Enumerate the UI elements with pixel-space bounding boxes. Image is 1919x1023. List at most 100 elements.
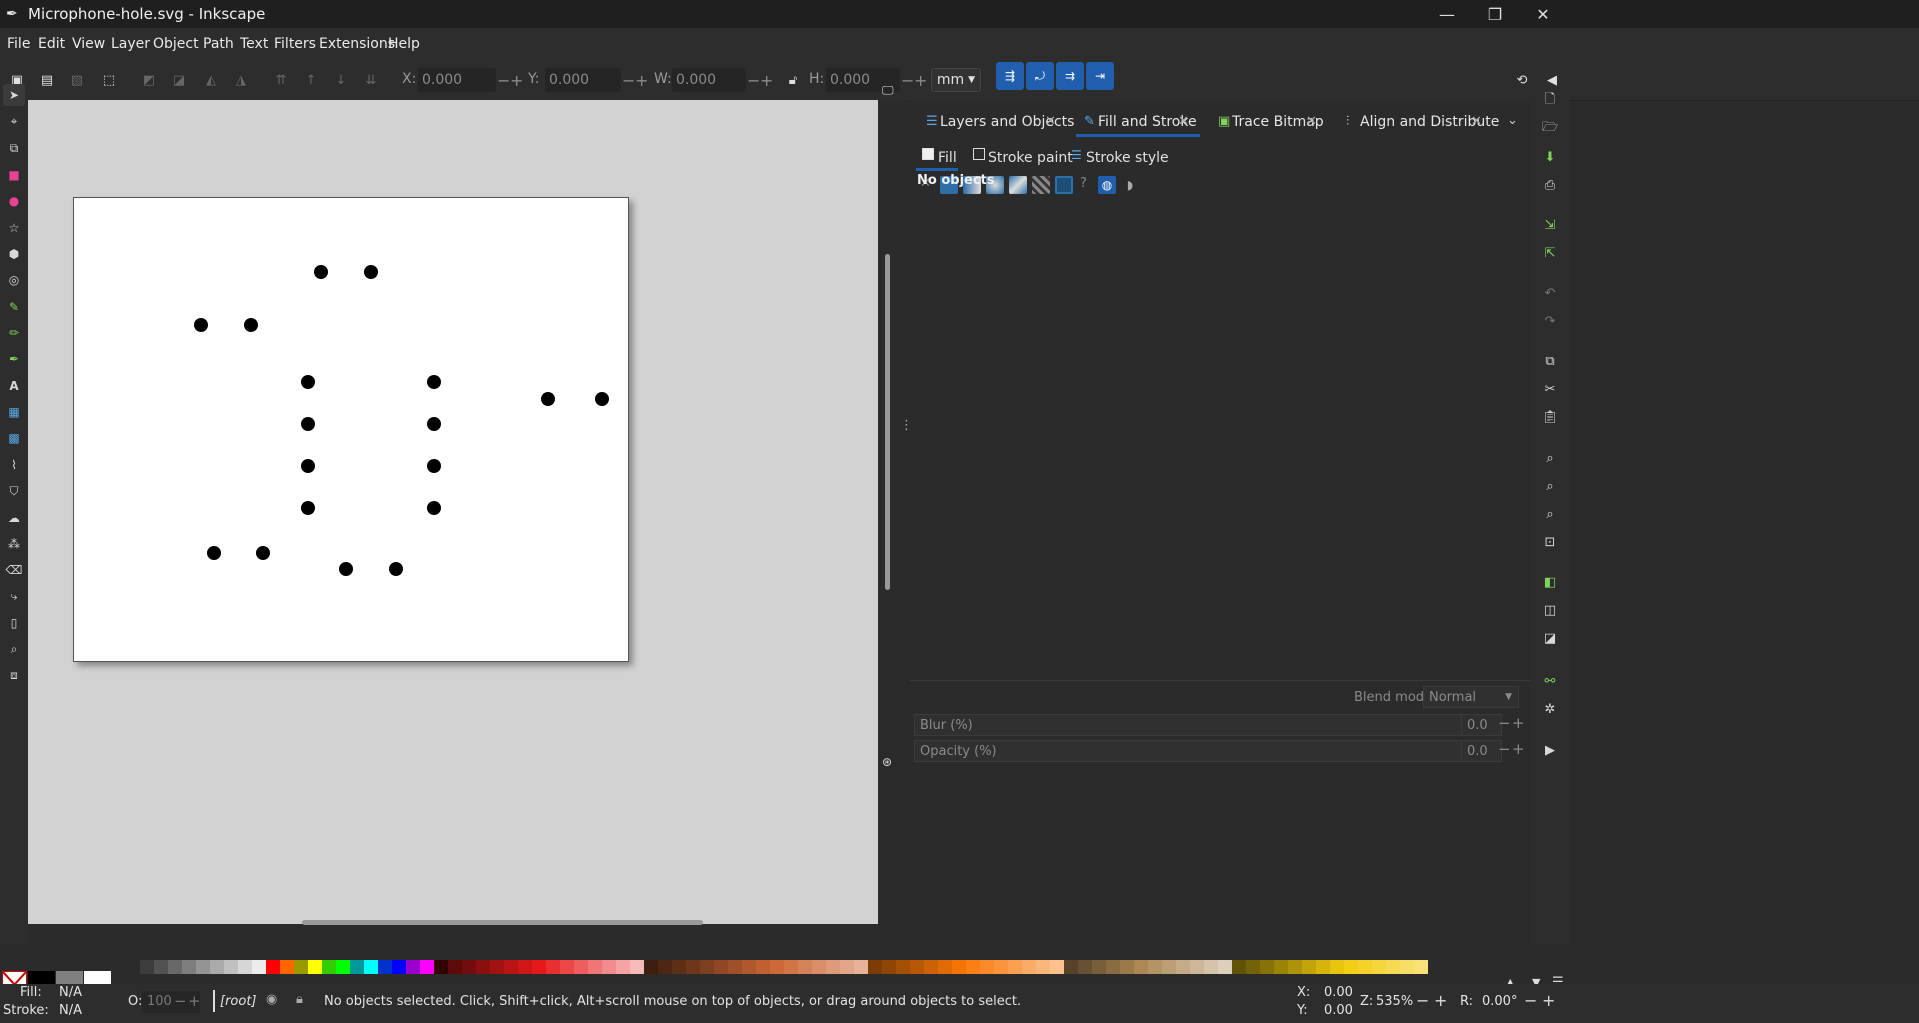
- scale-corners-button[interactable]: ⤾: [1026, 62, 1054, 90]
- box3d-tool-icon[interactable]: ⬢: [3, 243, 25, 265]
- hole-dot[interactable]: [207, 546, 221, 560]
- palette-swatch[interactable]: [518, 960, 532, 974]
- palette-swatch[interactable]: [994, 960, 1008, 974]
- ellipse-tool-icon[interactable]: ●: [3, 190, 25, 212]
- snap-toggle-icon[interactable]: ⟲: [1509, 67, 1535, 93]
- horizontal-scrollbar-thumb[interactable]: [302, 920, 703, 925]
- display-mode-icon[interactable]: 🖵︎: [882, 83, 894, 98]
- hole-dot[interactable]: [427, 501, 441, 515]
- lower-icon[interactable]: ↓: [328, 67, 354, 93]
- calligraphy-tool-icon[interactable]: ✒: [3, 348, 25, 370]
- palette-swatch[interactable]: [1218, 960, 1232, 974]
- paint-bucket-icon[interactable]: ⛉: [3, 480, 25, 502]
- palette-swatch[interactable]: [854, 960, 868, 974]
- clone-icon[interactable]: ◫: [1540, 600, 1560, 620]
- rectangle-tool-icon[interactable]: ■: [3, 164, 25, 186]
- palette-swatch[interactable]: [602, 960, 616, 974]
- fill-rule-evenodd-icon[interactable]: ◍: [1098, 176, 1116, 194]
- rotate-value[interactable]: 0.00°: [1482, 994, 1517, 1009]
- palette-swatch[interactable]: [392, 960, 406, 974]
- export-icon[interactable]: ⇱: [1540, 243, 1560, 263]
- palette-swatch[interactable]: [1022, 960, 1036, 974]
- palette-swatch[interactable]: [266, 960, 280, 974]
- palette-swatch[interactable]: [714, 960, 728, 974]
- palette-swatch[interactable]: [952, 960, 966, 974]
- zoom-width-icon[interactable]: ⊡: [1540, 532, 1560, 552]
- palette-swatch[interactable]: [868, 960, 882, 974]
- close-tab-layers-icon[interactable]: ✕: [1045, 114, 1056, 129]
- opacity-decrement[interactable]: −: [174, 992, 187, 1010]
- palette-swatch[interactable]: [140, 960, 154, 974]
- menu-edit[interactable]: Edit: [38, 36, 65, 52]
- select-all-layers-icon[interactable]: ▤: [34, 67, 60, 93]
- palette-swatch[interactable]: [784, 960, 798, 974]
- palette-swatch[interactable]: [350, 960, 364, 974]
- hole-dot[interactable]: [244, 318, 258, 332]
- h-increment[interactable]: +: [914, 68, 927, 92]
- swatch-icon[interactable]: [1055, 176, 1073, 194]
- flip-vertical-icon[interactable]: ◮: [228, 67, 254, 93]
- hole-dot[interactable]: [427, 417, 441, 431]
- palette-swatch[interactable]: [1246, 960, 1260, 974]
- import-icon[interactable]: ⇲: [1540, 215, 1560, 235]
- palette-swatch[interactable]: [742, 960, 756, 974]
- palette-swatch[interactable]: [700, 960, 714, 974]
- x-increment[interactable]: +: [510, 68, 523, 92]
- star-tool-icon[interactable]: ☆: [3, 217, 25, 239]
- palette-swatch[interactable]: [980, 960, 994, 974]
- hole-dot[interactable]: [256, 546, 270, 560]
- palette-swatch[interactable]: [882, 960, 896, 974]
- copy-icon[interactable]: ⧉: [1540, 351, 1560, 371]
- color-manage-icon[interactable]: ⊛: [882, 755, 892, 769]
- menu-text[interactable]: Text: [240, 36, 268, 52]
- raise-icon[interactable]: ↑: [298, 67, 324, 93]
- palette-swatch[interactable]: [896, 960, 910, 974]
- connector-tool-icon[interactable]: ⤷: [3, 585, 25, 607]
- close-tab-trace-icon[interactable]: ✕: [1306, 114, 1317, 129]
- x-decrement[interactable]: −: [497, 68, 510, 92]
- zoom-drawing-icon[interactable]: ⌕: [1540, 476, 1560, 496]
- palette-swatch[interactable]: [448, 960, 462, 974]
- hole-dot[interactable]: [595, 392, 609, 406]
- new-document-icon[interactable]: 🗋︎: [1540, 91, 1560, 111]
- zoom-out-button[interactable]: −: [1416, 991, 1429, 1010]
- shape-builder-icon[interactable]: ⧉: [3, 137, 25, 159]
- lock-icon[interactable]: 🔒︎: [296, 992, 303, 1007]
- tweak-tool-icon[interactable]: ☁: [3, 507, 25, 529]
- y-field[interactable]: 0.000: [545, 68, 621, 92]
- palette-swatch[interactable]: [1260, 960, 1274, 974]
- palette-swatch[interactable]: [308, 960, 322, 974]
- undo-icon[interactable]: ↶: [1540, 283, 1560, 303]
- palette-swatch[interactable]: [938, 960, 952, 974]
- rotate-ccw-icon[interactable]: ◩: [136, 67, 162, 93]
- menu-layer[interactable]: Layer: [111, 36, 150, 52]
- blur-decrement[interactable]: −: [1498, 714, 1511, 732]
- spiral-tool-icon[interactable]: ◎: [3, 269, 25, 291]
- rotate-cw-icon[interactable]: ◪: [166, 67, 192, 93]
- palette-swatch[interactable]: [1330, 960, 1344, 974]
- palette-swatch[interactable]: [770, 960, 784, 974]
- palette-swatch[interactable]: [966, 960, 980, 974]
- palette-swatch[interactable]: [364, 960, 378, 974]
- measure-tool-icon[interactable]: ⧈: [3, 664, 25, 686]
- palette-swatch[interactable]: [1400, 960, 1414, 974]
- scale-stroke-button[interactable]: ⇶: [996, 62, 1024, 90]
- palette-swatch[interactable]: [476, 960, 490, 974]
- palette-swatch[interactable]: [1232, 960, 1246, 974]
- hole-dot[interactable]: [314, 265, 328, 279]
- visibility-eye-icon[interactable]: ◉: [266, 992, 277, 1007]
- opacity-value[interactable]: 0.0: [1462, 740, 1502, 762]
- expand-commands-icon[interactable]: ▶: [1540, 740, 1560, 760]
- w-decrement[interactable]: −: [747, 68, 760, 92]
- palette-swatch[interactable]: [378, 960, 392, 974]
- palette-swatch[interactable]: [532, 960, 546, 974]
- redo-icon[interactable]: ↷: [1540, 311, 1560, 331]
- close-tab-fill-icon[interactable]: ✕: [1178, 114, 1189, 129]
- palette-swatch[interactable]: [812, 960, 826, 974]
- palette-swatch[interactable]: [1036, 960, 1050, 974]
- palette-swatch[interactable]: [1106, 960, 1120, 974]
- palette-swatch[interactable]: [336, 960, 350, 974]
- fill-rule-nonzero-icon[interactable]: ◗: [1121, 176, 1139, 194]
- palette-swatch[interactable]: [1176, 960, 1190, 974]
- palette-swatch[interactable]: [434, 960, 448, 974]
